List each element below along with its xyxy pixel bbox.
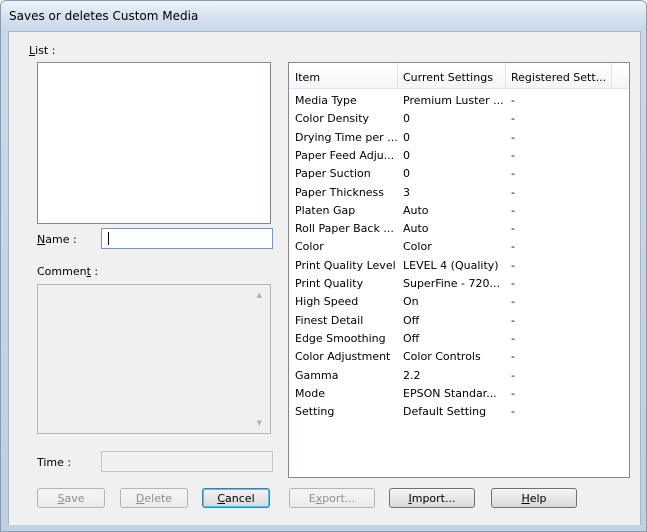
registered-setting-cell: - [511,222,515,236]
item-cell: Finest Detail [295,313,364,327]
item-cell: Color [295,240,324,254]
name-label: Name : [37,233,77,246]
current-setting-cell: Premium Luster ... [403,94,504,107]
time-label: Time : [37,456,72,469]
table-row[interactable]: Gamma 2.2 - [289,367,629,384]
time-field [101,451,273,472]
custom-media-list[interactable] [37,62,271,224]
item-cell: Edge Smoothing [295,331,386,345]
item-cell: Gamma [295,368,339,382]
column-header-registered-settings[interactable]: Registered Sett... [511,71,606,84]
item-cell: Media Type [295,94,357,107]
item-cell: Paper Thickness [295,185,385,199]
registered-setting-cell: - [511,331,515,345]
table-row[interactable]: Color Adjustment Color Controls - [289,348,629,365]
table-row[interactable]: Roll Paper Back ... Auto - [289,220,629,237]
current-setting-cell: 0 [403,130,410,144]
item-cell: Roll Paper Back ... [295,222,394,236]
registered-setting-cell: - [511,277,515,290]
current-setting-cell: Auto [403,203,429,217]
item-cell: Color Density [295,112,370,126]
dialog-body: List : Name : Comment : ▲ ▼ Time : Item … [8,31,641,526]
current-setting-cell: Auto [403,222,429,236]
table-row[interactable]: Platen Gap Auto - [289,202,629,219]
table-row[interactable]: Paper Feed Adju... 0 - [289,147,629,164]
registered-setting-cell: - [511,313,515,327]
registered-setting-cell: - [511,258,515,272]
current-setting-cell: Color Controls [403,350,481,364]
import-button[interactable]: Import... [389,488,475,508]
registered-setting-cell: - [511,350,515,364]
item-cell: Color Adjustment [295,350,391,364]
current-setting-cell: Color [403,240,432,254]
table-row[interactable]: Edge Smoothing Off - [289,330,629,347]
item-cell: Mode [295,386,325,400]
settings-table[interactable]: Item Current Settings Registered Sett...… [288,62,630,478]
table-row[interactable]: Media Type Premium Luster ... - [289,92,629,109]
window-bottom-border [1,525,646,531]
current-setting-cell: 3 [403,185,410,199]
registered-setting-cell: - [511,94,515,107]
comment-label: Comment : [37,265,99,278]
registered-setting-cell: - [511,368,515,382]
current-setting-cell: Default Setting [403,405,487,419]
item-cell: Drying Time per ... [295,130,398,144]
registered-setting-cell: - [511,130,515,144]
registered-setting-cell: - [511,112,515,126]
table-row[interactable]: Paper Thickness 3 - [289,184,629,201]
comment-textarea[interactable]: ▲ ▼ [37,284,271,434]
current-setting-cell: Off [403,331,420,345]
item-cell: Print Quality [295,277,364,290]
current-setting-cell: 0 [403,148,410,162]
item-cell: Print Quality Level [295,258,396,272]
table-row[interactable]: Finest Detail Off - [289,312,629,329]
column-header-item[interactable]: Item [295,71,320,84]
item-cell: High Speed [295,295,359,309]
name-input[interactable] [101,228,273,249]
current-setting-cell: Off [403,313,420,327]
table-header: Item Current Settings Registered Sett... [289,63,629,89]
item-cell: Paper Suction [295,167,371,181]
save-button[interactable]: Save [37,488,105,508]
list-label: List : [29,44,56,57]
item-cell: Setting [295,405,335,419]
registered-setting-cell: - [511,386,515,400]
current-setting-cell: SuperFine - 720... [403,277,500,290]
table-row[interactable]: Mode EPSON Standar... - [289,385,629,402]
column-header-current-settings[interactable]: Current Settings [403,71,493,84]
table-row[interactable]: Print Quality Level LEVEL 4 (Quality) - [289,257,629,274]
registered-setting-cell: - [511,148,515,162]
table-row[interactable]: High Speed On - [289,293,629,310]
current-setting-cell: 2.2 [403,368,421,382]
registered-setting-cell: - [511,240,515,254]
table-row[interactable]: Color Color - [289,238,629,255]
registered-setting-cell: - [511,203,515,217]
registered-setting-cell: - [511,405,515,419]
export-button[interactable]: Export... [289,488,375,508]
registered-setting-cell: - [511,295,515,309]
help-button[interactable]: Help [491,488,577,508]
table-row[interactable]: Print Quality SuperFine - 720... - [289,275,629,292]
current-setting-cell: 0 [403,112,410,126]
current-setting-cell: EPSON Standar... [403,386,497,400]
registered-setting-cell: - [511,167,515,181]
table-row[interactable]: Paper Suction 0 - [289,165,629,182]
registered-setting-cell: - [511,185,515,199]
window-title: Saves or deletes Custom Media [9,9,199,23]
current-setting-cell: 0 [403,167,410,181]
scroll-up-arrow-icon[interactable]: ▲ [257,291,262,299]
item-cell: Platen Gap [295,203,356,217]
cancel-button[interactable]: Cancel [202,488,270,508]
item-cell: Paper Feed Adju... [295,148,395,162]
table-row[interactable]: Drying Time per ... 0 - [289,129,629,146]
scroll-down-arrow-icon[interactable]: ▼ [257,419,262,427]
dialog-window: Saves or deletes Custom Media List : Nam… [0,0,647,532]
table-row[interactable]: Color Density 0 - [289,110,629,127]
table-row[interactable]: Setting Default Setting - [289,403,629,420]
current-setting-cell: On [403,295,419,309]
delete-button[interactable]: Delete [120,488,188,508]
title-bar[interactable]: Saves or deletes Custom Media [1,1,646,30]
current-setting-cell: LEVEL 4 (Quality) [403,258,499,272]
text-caret [108,232,109,245]
